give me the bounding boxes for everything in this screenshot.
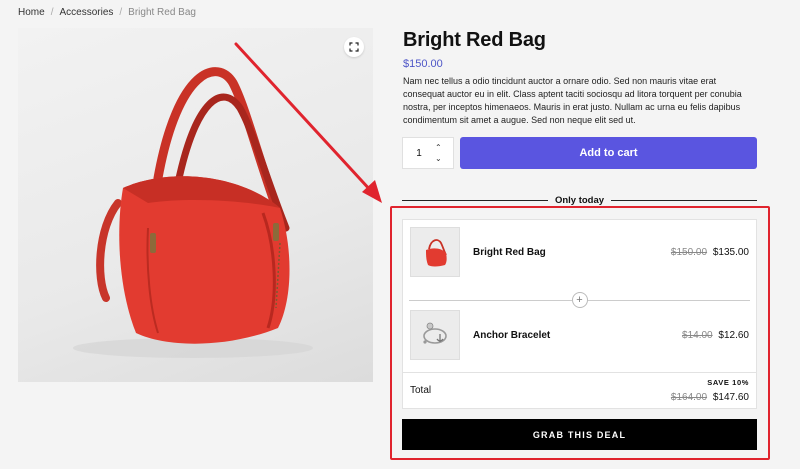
bundle-item-name[interactable]: Bright Red Bag [473,247,671,258]
divider [402,199,548,201]
bundle-item-thumbnail[interactable] [410,310,460,360]
breadcrumb-current: Bright Red Bag [128,7,196,18]
deal-heading-label: Only today [554,194,605,206]
product-title: Bright Red Bag [403,29,546,51]
total-price: $164.00 $147.60 [671,392,749,403]
breadcrumb-separator: / [119,7,123,18]
anchor-bracelet-thumbnail [423,322,447,344]
add-to-cart-button[interactable]: Add to cart [460,137,757,169]
new-price: $135.00 [712,246,749,258]
breadcrumb-home[interactable]: Home [18,7,45,18]
divider [587,299,750,301]
chevron-up-icon[interactable]: ⌃ [435,143,442,152]
bundle-item-thumbnail[interactable] [410,227,460,277]
expand-icon [349,42,359,52]
chevron-down-icon[interactable]: ⌄ [435,154,442,163]
breadcrumb: Home / Accessories / Bright Red Bag [18,7,196,18]
bundle-item-price: $14.00 $12.60 [682,330,749,341]
plus-icon: + [571,292,588,308]
bundle-total: Total SAVE 10% $164.00 $147.60 [403,372,756,409]
zoom-button[interactable] [344,37,364,57]
new-price: $12.60 [718,329,749,341]
divider [409,299,572,301]
breadcrumb-accessories[interactable]: Accessories [59,7,113,18]
red-bag-thumbnail [426,239,447,267]
divider [611,199,757,201]
old-price: $14.00 [682,329,713,341]
product-image[interactable] [18,28,373,382]
quantity-stepper[interactable]: 1 ⌃ ⌄ [402,137,454,169]
bundle-separator: + [409,292,750,308]
product-description: Nam nec tellus a odio tincidunt auctor a… [403,76,742,125]
save-badge: SAVE 10% [707,378,749,387]
total-new-price: $147.60 [712,392,749,403]
grab-deal-button[interactable]: GRAB THIS DEAL [402,419,757,450]
list-item[interactable]: Anchor Bracelet $14.00 $12.60 [403,309,756,361]
bundle-item-name[interactable]: Anchor Bracelet [473,330,682,341]
product-price: $150.00 [403,58,443,70]
red-bag-illustration [73,67,313,358]
bundle-item-price: $150.00 $135.00 [671,247,749,258]
list-item[interactable]: Bright Red Bag $150.00 $135.00 [403,226,756,278]
breadcrumb-separator: / [50,7,54,18]
deal-heading: Only today [402,194,757,206]
old-price: $150.00 [670,246,708,258]
quantity-value[interactable]: 1 [403,148,435,159]
bundle-deal-box: Bright Red Bag $150.00 $135.00 + Anchor … [402,219,757,409]
total-old-price: $164.00 [670,392,708,403]
total-label: Total [410,385,432,396]
